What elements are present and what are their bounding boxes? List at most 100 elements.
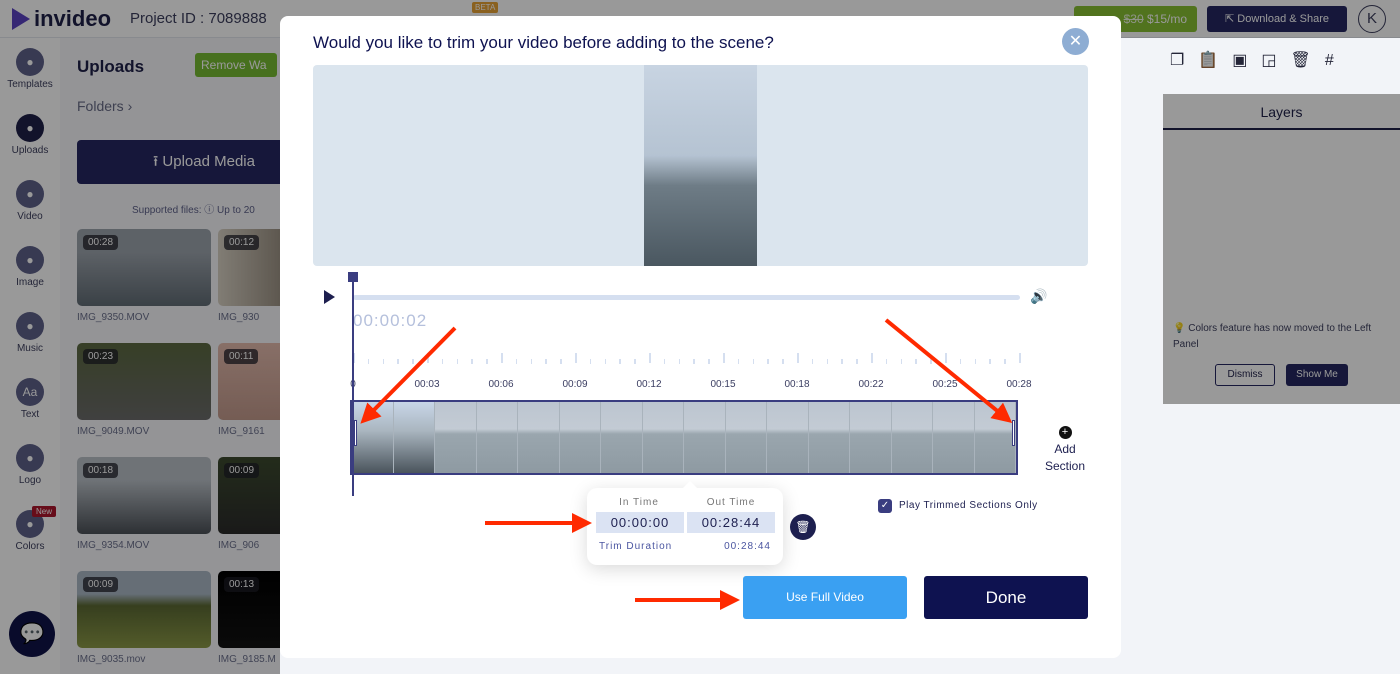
trash-icon[interactable]: 🗑 xyxy=(1291,52,1325,69)
sidebar-item-logo[interactable]: ● Logo xyxy=(0,444,60,486)
video-frame xyxy=(644,65,757,266)
filmstrip-frame xyxy=(642,402,684,473)
progress-track[interactable] xyxy=(353,295,1020,300)
avatar[interactable]: K xyxy=(1358,5,1386,33)
filmstrip-frame xyxy=(767,402,809,473)
filmstrip-frame xyxy=(933,402,975,473)
filmstrip-frame xyxy=(974,402,1016,473)
layers-title[interactable]: Layers xyxy=(1163,94,1400,130)
upload-media-button[interactable]: ⭱ Upload Media xyxy=(77,140,280,184)
duration-badge: 00:18 xyxy=(83,463,119,478)
trash-icon: 🗑 xyxy=(795,520,811,534)
ruler-tick xyxy=(486,359,488,364)
ruler-tick xyxy=(871,353,873,363)
tick-label: 00:12 xyxy=(636,379,662,390)
invideo-logo[interactable]: invideo xyxy=(12,6,111,32)
filmstrip[interactable] xyxy=(350,400,1018,475)
volume-icon[interactable]: 🔊 xyxy=(1030,288,1047,305)
sidebar-item-label: Colors xyxy=(15,541,45,552)
project-id[interactable]: Project ID : 7089888 xyxy=(130,10,267,27)
logo-mark-icon xyxy=(12,8,30,30)
tick-label: 00:06 xyxy=(488,379,514,390)
play-icon[interactable] xyxy=(324,290,335,304)
media-thumbnail[interactable]: 00:23 xyxy=(77,343,211,420)
folders-link[interactable]: Folders › xyxy=(77,98,132,114)
filmstrip-frame xyxy=(891,402,933,473)
out-time-label: Out Time xyxy=(706,497,756,508)
tick-label: 00:15 xyxy=(710,379,736,390)
trim-popover: In Time Out Time 00:00:00 00:28:44 Trim … xyxy=(587,481,783,565)
ruler-tick xyxy=(1004,359,1006,364)
ruler-tick xyxy=(663,359,666,364)
ruler-tick xyxy=(456,359,459,364)
sidebar-item-label: Image xyxy=(16,277,44,288)
ruler-tick xyxy=(1019,353,1021,363)
sidebar-item-uploads[interactable]: ● Uploads xyxy=(0,114,60,156)
tick-label: 00:18 xyxy=(784,379,810,390)
add-section-button[interactable]: + Add Section xyxy=(1035,426,1095,475)
media-filename: IMG_9035.mov xyxy=(77,654,146,665)
old-price: $30 xyxy=(1123,12,1144,26)
new-badge: New xyxy=(32,506,57,517)
sidebar-item-templates[interactable]: ● Templates xyxy=(0,48,60,90)
music-icon: ● xyxy=(16,312,44,340)
play-trimmed-checkbox[interactable]: ✓ xyxy=(878,499,892,513)
colors-tip: 💡 Colors feature has now moved to the Le… xyxy=(1173,321,1383,353)
remove-watermark-button[interactable]: Remove Wa xyxy=(195,53,277,77)
duration-badge: 00:11 xyxy=(224,349,259,364)
duplicate-icon[interactable]: ❐ xyxy=(1170,52,1198,69)
tick-label: 00:28 xyxy=(1006,379,1032,390)
play-trimmed-label[interactable]: Play Trimmed Sections Only xyxy=(899,500,1038,511)
trim-start-handle[interactable] xyxy=(354,420,357,446)
duration-badge: 00:13 xyxy=(224,577,260,592)
media-filename: IMG_9049.MOV xyxy=(77,426,150,437)
close-button[interactable]: ✕ xyxy=(1062,28,1089,55)
trim-duration-label: Trim Duration xyxy=(599,541,673,552)
out-time-input[interactable]: 00:28:44 xyxy=(687,512,775,533)
ruler-tick xyxy=(560,359,562,364)
media-filename: IMG_9161 xyxy=(218,426,265,437)
filmstrip-frame xyxy=(725,402,767,473)
download-share-button[interactable]: ⇱ Download & Share xyxy=(1207,6,1347,32)
use-full-video-button[interactable]: Use Full Video xyxy=(743,576,907,619)
chat-button[interactable]: 💬 xyxy=(9,611,55,657)
upload-icon: ● xyxy=(16,114,44,142)
trim-end-handle[interactable] xyxy=(1012,420,1015,446)
ruler-tick xyxy=(634,359,636,364)
sidebar-item-image[interactable]: ● Image xyxy=(0,246,60,288)
beta-badge: BETA xyxy=(472,2,499,13)
show-me-button[interactable]: Show Me xyxy=(1286,364,1348,386)
ruler-tick xyxy=(530,359,533,364)
done-button[interactable]: Done xyxy=(924,576,1088,619)
ruler-tick xyxy=(545,359,547,364)
text-icon: Aa xyxy=(16,378,44,406)
delete-section-button[interactable]: 🗑 xyxy=(790,514,816,540)
media-thumbnail[interactable]: 00:09 xyxy=(77,571,211,648)
ruler-tick xyxy=(619,359,621,364)
sidebar-item-colors[interactable]: ● Colors New xyxy=(0,506,60,552)
bring-front-icon[interactable]: ▣ xyxy=(1232,52,1261,69)
sidebar-item-video[interactable]: ● Video xyxy=(0,180,60,222)
ruler-tick xyxy=(649,353,651,363)
send-back-icon[interactable]: ◲ xyxy=(1261,52,1290,69)
dismiss-button[interactable]: Dismiss xyxy=(1215,364,1275,386)
sidebar-item-text[interactable]: Aa Text xyxy=(0,378,60,420)
tick-label: 00:09 xyxy=(562,379,588,390)
playhead-handle[interactable] xyxy=(348,272,358,282)
ruler-tick xyxy=(412,359,414,364)
grid-icon[interactable]: # xyxy=(1325,52,1348,69)
paste-icon[interactable]: 📋 xyxy=(1198,52,1232,69)
playhead[interactable] xyxy=(352,272,354,496)
tick-label: 00:03 xyxy=(414,379,440,390)
in-time-input[interactable]: 00:00:00 xyxy=(596,512,684,533)
media-thumbnail[interactable]: 00:28 xyxy=(77,229,211,306)
sidebar-item-label: Logo xyxy=(18,475,42,486)
media-filename: IMG_9350.MOV xyxy=(77,312,150,323)
media-thumbnail[interactable]: 00:18 xyxy=(77,457,211,534)
template-icon: ● xyxy=(16,48,44,76)
plus-icon: + xyxy=(1058,426,1072,439)
ruler-tick xyxy=(752,359,755,364)
video-preview xyxy=(313,65,1088,266)
sidebar-item-music[interactable]: ● Music xyxy=(0,312,60,354)
filmstrip-frame xyxy=(601,402,643,473)
